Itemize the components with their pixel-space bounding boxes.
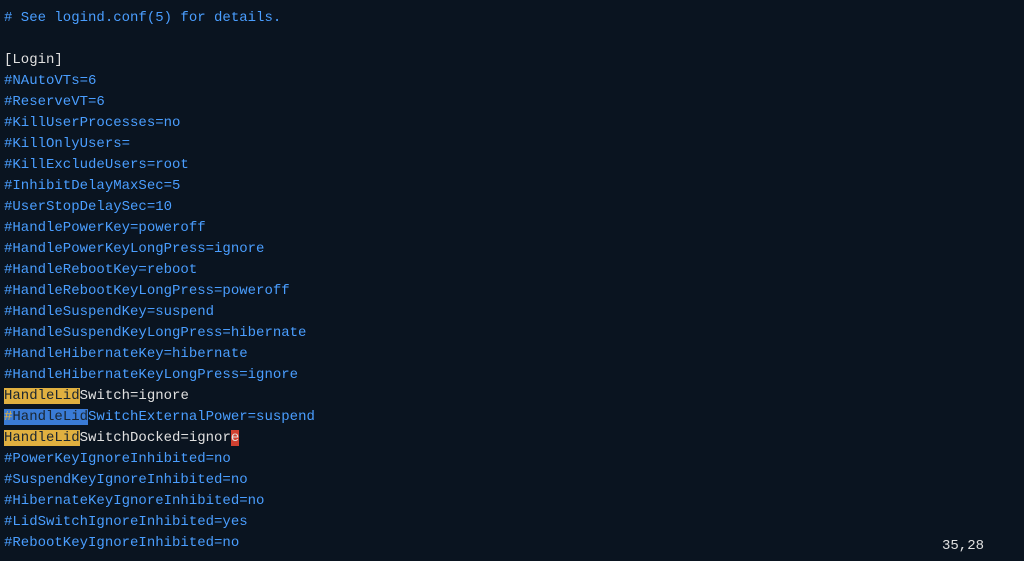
config-line[interactable]: #HandleLidSwitchExternalPower=suspend	[4, 407, 1024, 428]
comment-text: #HandleRebootKey=reboot	[4, 262, 197, 278]
comment-text: #HibernateKeyIgnoreInhibited=no	[4, 493, 264, 509]
config-line[interactable]: # See logind.conf(5) for details.	[4, 8, 1024, 29]
comment-text: #UserStopDelaySec=10	[4, 199, 172, 215]
config-line[interactable]	[4, 29, 1024, 50]
comment-text: #SuspendKeyIgnoreInhibited=no	[4, 472, 248, 488]
config-line[interactable]: [Login]	[4, 50, 1024, 71]
comment-text: #HandleSuspendKey=suspend	[4, 304, 214, 320]
comment-text: #HandlePowerKeyLongPress=ignore	[4, 241, 264, 257]
config-text: Switch=ignore	[80, 388, 189, 404]
comment-text: #LidSwitchIgnoreInhibited=yes	[4, 514, 248, 530]
comment-text: #ReserveVT=6	[4, 94, 105, 110]
cursor: e	[231, 430, 239, 446]
config-line[interactable]: #LidSwitchIgnoreInhibited=yes	[4, 512, 1024, 533]
config-line[interactable]: #HandleHibernateKeyLongPress=ignore	[4, 365, 1024, 386]
search-highlight: HandleLid	[4, 388, 80, 404]
comment-text: #PowerKeyIgnoreInhibited=no	[4, 451, 231, 467]
config-line[interactable]: #HandleRebootKeyLongPress=poweroff	[4, 281, 1024, 302]
config-line[interactable]: #HibernateKeyIgnoreInhibited=no	[4, 491, 1024, 512]
config-line[interactable]: #KillOnlyUsers=	[4, 134, 1024, 155]
config-line[interactable]: #HandleSuspendKeyLongPress=hibernate	[4, 323, 1024, 344]
comment-text: #NAutoVTs=6	[4, 73, 96, 89]
config-line[interactable]: #KillExcludeUsers=root	[4, 155, 1024, 176]
config-text: SwitchDocked=ignor	[80, 430, 231, 446]
search-highlight: HandleLid	[4, 430, 80, 446]
config-line[interactable]: HandleLidSwitchDocked=ignore	[4, 428, 1024, 449]
config-line[interactable]: #InhibitDelayMaxSec=5	[4, 176, 1024, 197]
comment-text: #InhibitDelayMaxSec=5	[4, 178, 180, 194]
config-line[interactable]: #HandleHibernateKey=hibernate	[4, 344, 1024, 365]
config-line[interactable]: #SuspendKeyIgnoreInhibited=no	[4, 470, 1024, 491]
section-header: [Login]	[4, 52, 63, 68]
config-line[interactable]: #HandlePowerKeyLongPress=ignore	[4, 239, 1024, 260]
comment-text: #HandleSuspendKeyLongPress=hibernate	[4, 325, 306, 341]
config-line[interactable]: #NAutoVTs=6	[4, 71, 1024, 92]
comment-text: #KillOnlyUsers=	[4, 136, 130, 152]
config-line[interactable]: #PowerKeyIgnoreInhibited=no	[4, 449, 1024, 470]
config-line[interactable]: #HandleRebootKey=reboot	[4, 260, 1024, 281]
config-line[interactable]: #UserStopDelaySec=10	[4, 197, 1024, 218]
config-line[interactable]: #HandlePowerKey=poweroff	[4, 218, 1024, 239]
config-line[interactable]: #RebootKeyIgnoreInhibited=no	[4, 533, 1024, 554]
comment-text: #KillUserProcesses=no	[4, 115, 180, 131]
comment-text: #HandleHibernateKey=hibernate	[4, 346, 248, 362]
config-line[interactable]: #ReserveVT=6	[4, 92, 1024, 113]
comment-text: #HandleRebootKeyLongPress=poweroff	[4, 283, 290, 299]
cursor-position-status: 35,28	[942, 536, 984, 557]
comment-text: #RebootKeyIgnoreInhibited=no	[4, 535, 239, 551]
comment-text: SwitchExternalPower=suspend	[88, 409, 315, 425]
search-highlight: HandleLid	[12, 409, 88, 425]
comment-text: #HandleHibernateKeyLongPress=ignore	[4, 367, 298, 383]
comment-text: # See logind.conf(5) for details.	[4, 10, 281, 26]
config-line[interactable]: #HandleSuspendKey=suspend	[4, 302, 1024, 323]
config-line[interactable]: HandleLidSwitch=ignore	[4, 386, 1024, 407]
comment-text: #KillExcludeUsers=root	[4, 157, 189, 173]
config-line[interactable]: #KillUserProcesses=no	[4, 113, 1024, 134]
comment-text: #HandlePowerKey=poweroff	[4, 220, 206, 236]
